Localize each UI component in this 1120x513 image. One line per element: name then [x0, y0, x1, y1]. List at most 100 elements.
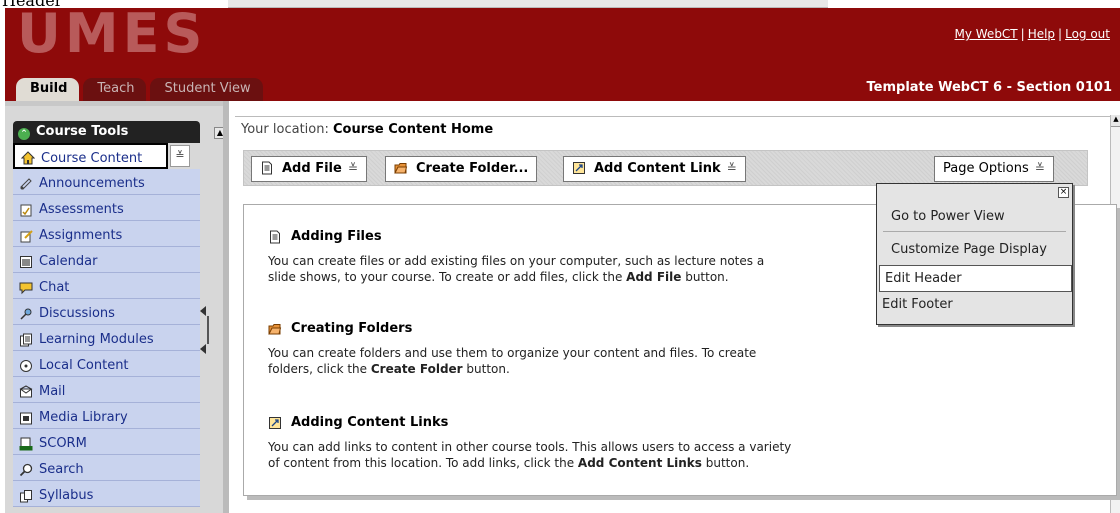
- tab-build[interactable]: Build: [16, 78, 80, 101]
- section-text: You can add links to content in other co…: [268, 439, 958, 471]
- menu-item-edit-header[interactable]: Edit Header: [879, 265, 1072, 292]
- scorm-icon: [19, 437, 33, 450]
- menu-item-edit-footer[interactable]: Edit Footer: [877, 292, 1072, 319]
- sidebar-item-media-library[interactable]: Media Library: [13, 403, 200, 429]
- section-text-line2: of content from this location. To add li…: [268, 456, 578, 470]
- assignment-icon: [20, 229, 33, 242]
- sidebar-item-label: Course Content: [41, 150, 143, 166]
- sidebar-item-local-content[interactable]: Local Content: [13, 351, 200, 377]
- drag-bar[interactable]: [207, 316, 209, 344]
- menu-item-customize-page-display[interactable]: Customize Page Display: [877, 237, 1072, 264]
- sidebar-item-label: Media Library: [39, 410, 128, 425]
- sidebar-item-label: Chat: [39, 280, 70, 295]
- header: UMES My WebCT | Help | Log out Build Teach S…: [5, 2, 1120, 101]
- section-heading: Creating Folders: [268, 321, 958, 336]
- section-adding-files: Adding Files You can create files or add…: [268, 229, 958, 285]
- page-options-button[interactable]: Page Options ≚: [934, 156, 1054, 182]
- sidebar-item-label: Syllabus: [39, 488, 94, 503]
- location-value: Course Content Home: [333, 122, 494, 137]
- add-content-link-button[interactable]: Add Content Link ≚: [563, 156, 746, 182]
- course-tools-header[interactable]: ⌃ Course Tools: [13, 121, 200, 143]
- divider: [235, 116, 1113, 117]
- sidebar-item-label: Search: [39, 462, 84, 477]
- section-text-bold: Add File: [626, 270, 682, 284]
- chevron-down-icon: ≚: [1034, 161, 1045, 175]
- sidebar-item-announcements[interactable]: Announcements: [13, 169, 200, 195]
- sidebar-item-mail[interactable]: Mail: [13, 377, 200, 403]
- add-file-label: Add File: [282, 161, 342, 176]
- section-title: Template WebCT 6 - Section 0101: [866, 80, 1112, 95]
- course-tools-title: Course Tools: [36, 124, 129, 139]
- tab-student-view[interactable]: Student View: [150, 78, 263, 101]
- create-folder-button[interactable]: Create Folder...: [385, 156, 538, 182]
- sidebar-item-label: SCORM: [39, 436, 87, 451]
- add-file-button[interactable]: Add File ≚: [251, 156, 367, 182]
- section-title: Creating Folders: [291, 321, 413, 336]
- modules-icon: [20, 333, 32, 346]
- section-heading: Adding Files: [268, 229, 958, 244]
- chevron-down-icon[interactable]: ≚: [170, 145, 190, 167]
- location-label: Your location:: [241, 122, 329, 137]
- tab-teach[interactable]: Teach: [83, 78, 147, 101]
- sidebar-item-scorm[interactable]: SCORM: [13, 429, 200, 455]
- local-content-icon: [20, 359, 32, 372]
- discussion-pin-icon: [20, 308, 32, 320]
- frame-resize-handle[interactable]: [198, 306, 212, 354]
- calendar-icon: [20, 255, 32, 268]
- umes-logo: UMES: [17, 2, 207, 65]
- sidebar-item-label: Learning Modules: [39, 332, 154, 347]
- my-webct-link[interactable]: My WebCT: [955, 27, 1018, 41]
- sidebar-item-syllabus[interactable]: Syllabus: [13, 481, 200, 507]
- section-creating-folders: Creating Folders You can create folders …: [268, 321, 958, 377]
- section-text-end: button.: [681, 270, 729, 284]
- sidebar-item-chat[interactable]: Chat: [13, 273, 200, 299]
- sidebar-item-assignments[interactable]: Assignments: [13, 221, 200, 247]
- section-text-line2: slide shows, to your course. To create o…: [268, 270, 627, 284]
- action-bar: Add File ≚ Create Folder... Add Content …: [243, 150, 1088, 186]
- content-link-icon: [573, 162, 585, 174]
- link-separator: |: [1020, 27, 1025, 41]
- search-icon: [19, 463, 33, 476]
- section-text-line2: folders, click the: [268, 362, 371, 376]
- browser-toolbar-strip: [228, 0, 828, 8]
- section-text-line1: You can create folders and use them to o…: [268, 346, 757, 360]
- collapse-circle-icon[interactable]: ⌃: [18, 128, 30, 140]
- sidebar-item-course-content[interactable]: Course Content: [13, 143, 168, 169]
- home-icon: [21, 151, 35, 165]
- section-text-line1: You can create files or add existing fil…: [268, 254, 765, 268]
- section-text-end: button.: [462, 362, 510, 376]
- sidebar-item-label: Mail: [39, 384, 66, 399]
- folder-icon: [394, 163, 408, 174]
- syllabus-icon: [20, 489, 32, 502]
- sidebar-item-label: Calendar: [39, 254, 98, 269]
- section-heading: Adding Content Links: [268, 415, 958, 430]
- section-text-line1: You can add links to content in other co…: [268, 440, 792, 454]
- mail-icon: [19, 384, 33, 397]
- content-link-icon: [269, 416, 281, 429]
- sidebar-item-learning-modules[interactable]: Learning Modules: [13, 325, 200, 351]
- section-text-bold: Add Content Links: [577, 456, 702, 470]
- add-content-link-label: Add Content Link: [594, 161, 721, 176]
- sidebar-item-label: Local Content: [39, 358, 129, 373]
- collapse-left-arrow-icon[interactable]: [200, 344, 206, 354]
- chevron-down-icon: ≚: [726, 161, 737, 175]
- scroll-up-arrow-icon[interactable]: ▲: [1111, 115, 1120, 127]
- sidebar-item-discussions[interactable]: Discussions: [13, 299, 200, 325]
- help-link[interactable]: Help: [1028, 27, 1055, 41]
- sidebar-item-assessments[interactable]: Assessments: [13, 195, 200, 221]
- link-separator: |: [1058, 27, 1063, 41]
- folder-icon: [268, 323, 282, 334]
- sidebar-item-search[interactable]: Search: [13, 455, 200, 481]
- assessment-icon: [20, 204, 32, 216]
- collapse-left-arrow-icon[interactable]: [200, 306, 206, 316]
- sidebar-item-calendar[interactable]: Calendar: [13, 247, 200, 273]
- sidebar-item-label: Assignments: [39, 228, 123, 243]
- section-title: Adding Content Links: [291, 415, 449, 430]
- breadcrumb: Your location: Course Content Home: [241, 122, 493, 137]
- close-icon[interactable]: ×: [1058, 187, 1069, 198]
- section-text: You can create files or add existing fil…: [268, 253, 958, 285]
- course-tools-frame: ▲ ⌃ Course Tools Course Content Announcem…: [5, 101, 226, 513]
- tab-bar: Build Teach Student View: [16, 78, 267, 101]
- menu-item-go-to-power-view[interactable]: Go to Power View: [877, 204, 1072, 231]
- log-out-link[interactable]: Log out: [1065, 27, 1110, 41]
